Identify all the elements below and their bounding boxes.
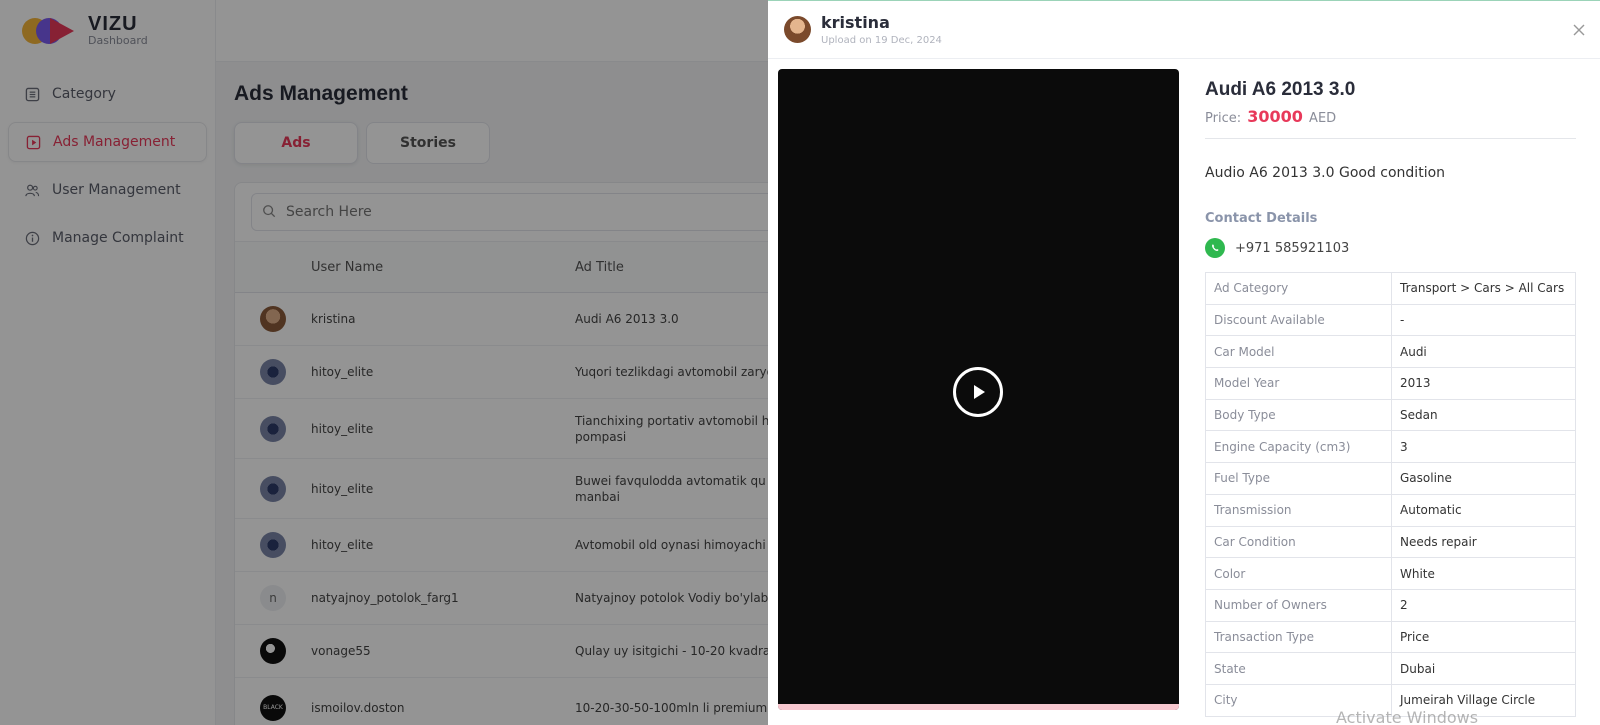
upload-date: Upload on 19 Dec, 2024	[821, 35, 942, 46]
attribute-key: Discount Available	[1205, 303, 1392, 337]
ad-detail-panel: kristina Upload on 19 Dec, 2024 Audi A6 …	[768, 0, 1600, 725]
attribute-row: Car Condition Needs repair	[1205, 525, 1576, 559]
video-player[interactable]	[778, 69, 1179, 710]
attribute-row: Number of Owners 2	[1205, 588, 1576, 622]
attribute-value: 2	[1391, 588, 1576, 622]
attribute-row: State Dubai	[1205, 652, 1576, 685]
attribute-value: Needs repair	[1391, 525, 1576, 559]
contact-phone[interactable]: +971 585921103	[1205, 238, 1576, 258]
avatar	[784, 16, 811, 43]
attribute-value: 2013	[1391, 367, 1576, 400]
attribute-row: Discount Available -	[1205, 303, 1576, 337]
attribute-row: Engine Capacity (cm3) 3	[1205, 430, 1576, 464]
uploader-name: kristina	[821, 13, 890, 32]
attribute-value: Automatic	[1391, 493, 1576, 527]
activate-windows-watermark: Activate Windows	[1336, 708, 1479, 725]
attribute-row: Fuel Type Gasoline	[1205, 462, 1576, 495]
attribute-value: Audi	[1391, 335, 1576, 369]
attribute-key: Fuel Type	[1205, 462, 1392, 495]
price-currency: AED	[1309, 111, 1337, 126]
attribute-key: Car Condition	[1205, 525, 1392, 559]
attribute-row: Transaction Type Price	[1205, 620, 1576, 654]
attribute-key: State	[1205, 652, 1392, 685]
attribute-key: Ad Category	[1205, 272, 1392, 305]
attribute-key: Engine Capacity (cm3)	[1205, 430, 1392, 464]
attribute-value: Transport > Cars > All Cars	[1391, 272, 1576, 305]
attribute-value: Dubai	[1391, 652, 1576, 685]
phone-number: +971 585921103	[1235, 240, 1350, 256]
contact-details-title: Contact Details	[1205, 211, 1318, 226]
attribute-row: Body Type Sedan	[1205, 398, 1576, 432]
price-line: Price: 30000 AED	[1205, 107, 1576, 139]
attribute-value: -	[1391, 303, 1576, 337]
ad-attributes-table: Ad Category Transport > Cars > All Cars Di…	[1205, 272, 1576, 717]
attribute-row: Car Model Audi	[1205, 335, 1576, 369]
panel-header: kristina Upload on 19 Dec, 2024	[768, 1, 1600, 59]
attribute-key: Body Type	[1205, 398, 1392, 432]
ad-description: Audio A6 2013 3.0 Good condition	[1205, 165, 1446, 181]
attribute-key: Transmission	[1205, 493, 1392, 527]
attribute-row: Color White	[1205, 557, 1576, 590]
whatsapp-icon	[1205, 238, 1225, 258]
attribute-key: Model Year	[1205, 367, 1392, 400]
attribute-row: Ad Category Transport > Cars > All Cars	[1205, 272, 1576, 305]
attribute-key: Number of Owners	[1205, 588, 1392, 622]
attribute-value: Price	[1391, 620, 1576, 654]
ad-details: Audi A6 2013 3.0 Price: 30000 AED Audio …	[1205, 69, 1576, 717]
play-icon[interactable]	[953, 367, 1003, 417]
attribute-value: Sedan	[1391, 398, 1576, 432]
close-icon[interactable]	[1570, 21, 1588, 39]
ad-title: Audi A6 2013 3.0	[1205, 79, 1356, 100]
attribute-key: Car Model	[1205, 335, 1392, 369]
attribute-row: Transmission Automatic	[1205, 493, 1576, 527]
attribute-value: 3	[1391, 430, 1576, 464]
attribute-value: Gasoline	[1391, 462, 1576, 495]
attribute-value: White	[1391, 557, 1576, 590]
attribute-key: Transaction Type	[1205, 620, 1392, 654]
video-progress-bar[interactable]	[778, 704, 1179, 710]
attribute-row: Model Year 2013	[1205, 367, 1576, 400]
attribute-key: Color	[1205, 557, 1392, 590]
price-value: 30000	[1247, 107, 1303, 126]
price-label: Price:	[1205, 111, 1242, 126]
